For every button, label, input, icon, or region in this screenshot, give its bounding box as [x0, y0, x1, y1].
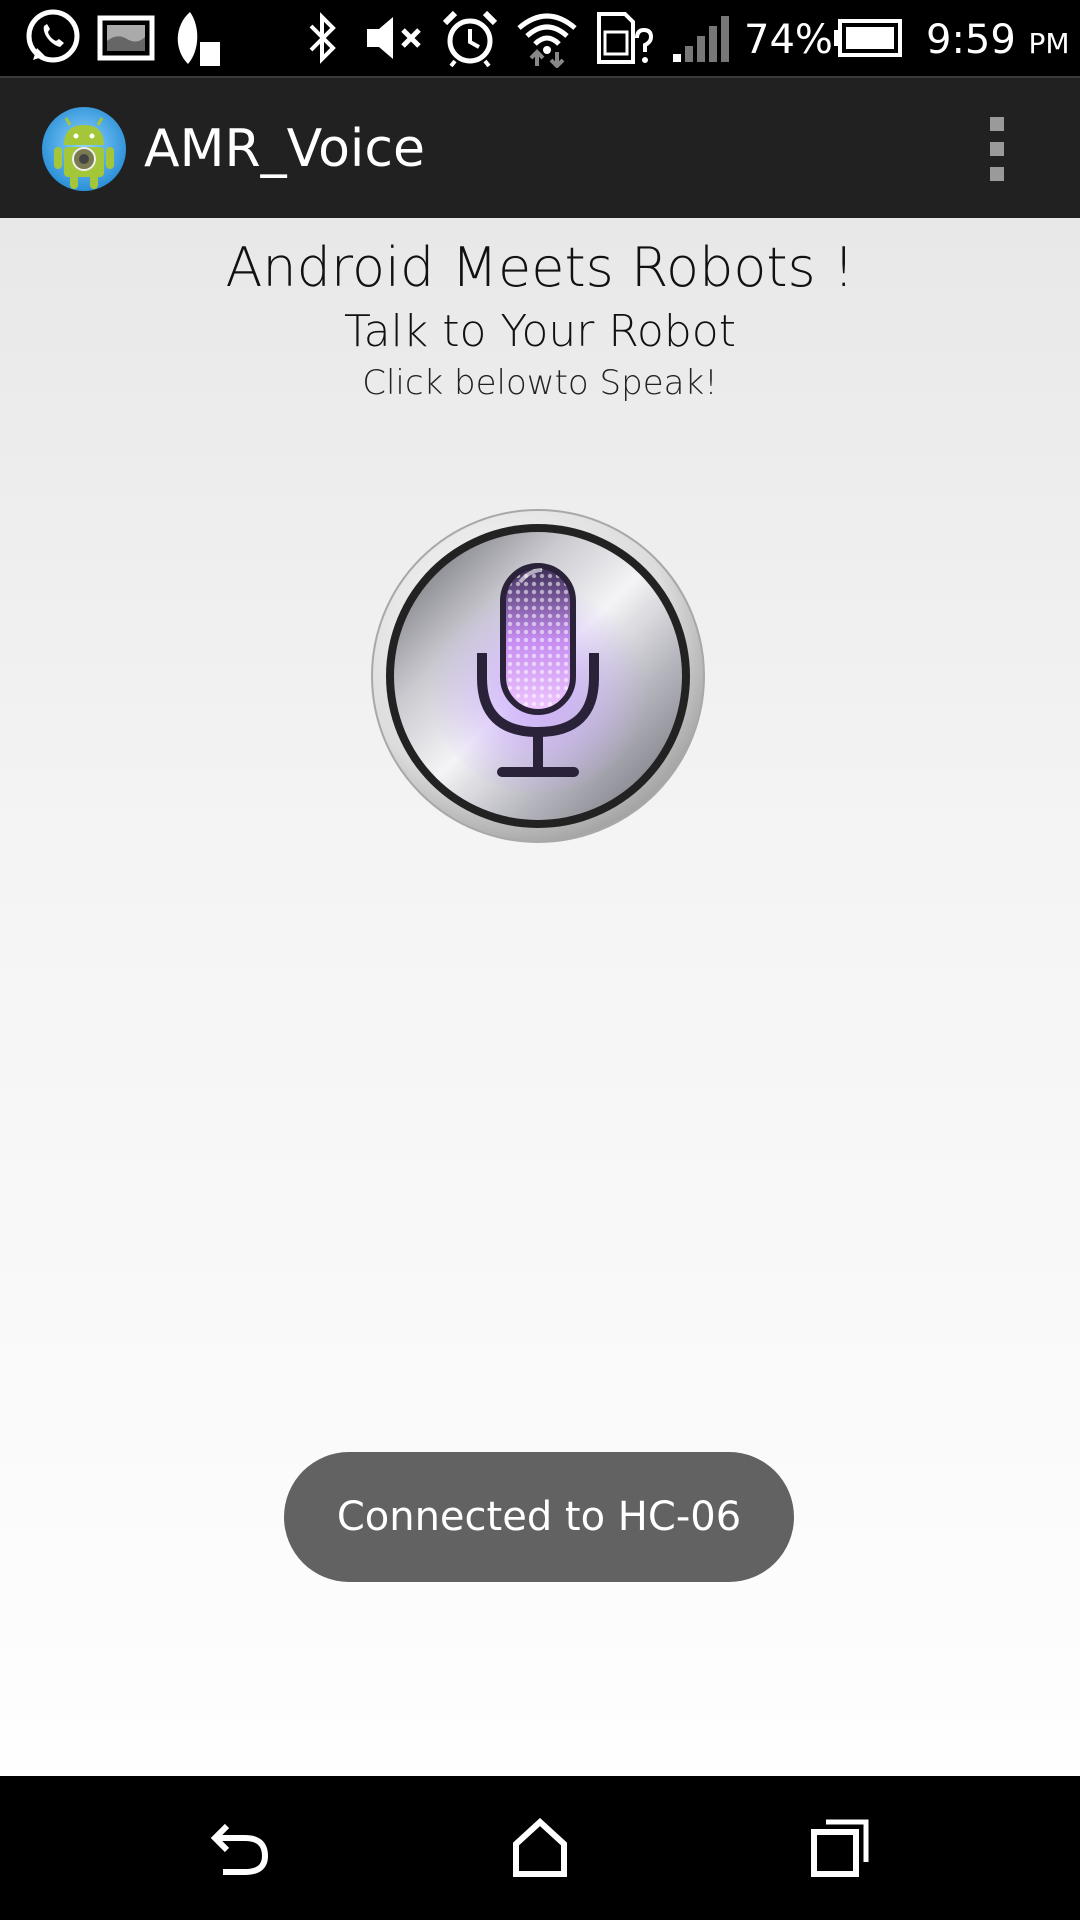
speak-hint: Click belowto Speak!: [362, 363, 718, 403]
battery-icon: [834, 8, 904, 68]
status-bar: 74% 9:59 PM: [0, 0, 1080, 76]
recents-icon[interactable]: [790, 1798, 890, 1898]
leaf-icon: [170, 8, 226, 68]
clock-time: 9:59: [926, 17, 1016, 63]
app-title: AMR_Voice: [144, 119, 425, 179]
clock-meridiem: PM: [1028, 27, 1070, 60]
battery-percent: 74%: [744, 17, 833, 63]
overflow-menu-icon[interactable]: [976, 114, 1018, 184]
mute-icon: [362, 8, 428, 68]
sim-icon: [594, 8, 654, 68]
page-subtitle: Talk to Your Robot: [344, 306, 736, 357]
back-icon[interactable]: [190, 1798, 290, 1898]
microphone-button[interactable]: [370, 508, 706, 844]
whatsapp-icon: [22, 8, 84, 68]
navigation-bar: [0, 1776, 1080, 1920]
alarm-icon: [440, 8, 500, 68]
page-title: Android Meets Robots !: [225, 236, 855, 299]
android-app-icon[interactable]: [40, 105, 128, 193]
home-icon[interactable]: [490, 1798, 590, 1898]
clock: 9:59 PM: [926, 12, 1070, 72]
action-bar: AMR_Voice: [0, 76, 1080, 218]
connection-toast: Connected to HC-06: [284, 1452, 794, 1582]
wifi-icon: [514, 8, 580, 68]
signal-icon: [670, 8, 732, 68]
bluetooth-icon: [300, 8, 346, 68]
gallery-icon: [96, 8, 156, 68]
main-content: Android Meets Robots ! Talk to Your Robo…: [0, 218, 1080, 1776]
microphone-icon: [371, 509, 705, 843]
